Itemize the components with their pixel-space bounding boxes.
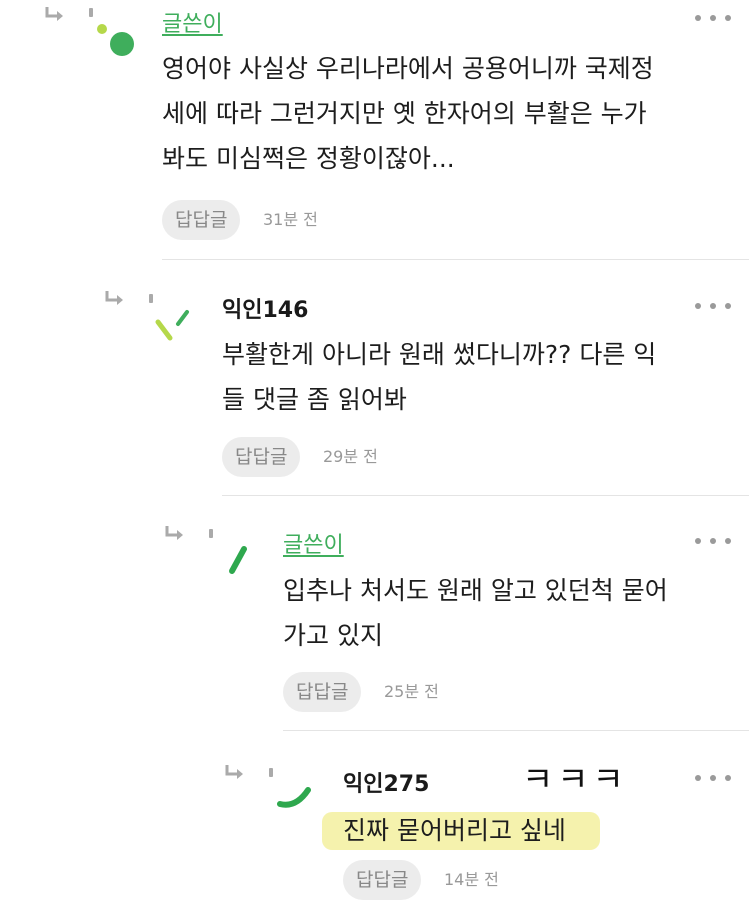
author-name[interactable]: 글쓴이 xyxy=(162,6,223,38)
reply-marker xyxy=(149,294,153,303)
timestamp: 25분 전 xyxy=(384,682,439,701)
comment-text: 영어야 사실상 우리나라에서 공용어니까 국제정 세에 따라 그런거지만 옛 한… xyxy=(162,54,654,173)
reply-marker xyxy=(209,529,213,538)
reply-arrow-icon xyxy=(105,291,123,305)
author-name[interactable]: 글쓴이 xyxy=(283,527,344,559)
comment-1: 글쓴이 영어야 사실상 우리나라에서 공용어니까 국제정 세에 따라 그런거지만… xyxy=(0,0,749,260)
reply-button[interactable]: 답답글 xyxy=(162,200,241,240)
divider xyxy=(283,730,749,731)
timestamp: 14분 전 xyxy=(444,870,499,889)
handwritten-annotation: ㅋㅋㅋ xyxy=(522,760,628,800)
comment-2: 익인146 부활한게 아니라 원래 썼다니까?? 다른 익 들 댓글 좀 읽어봐… xyxy=(0,280,749,496)
comment-3: 글쓴이 입추나 처서도 원래 알고 있던척 묻어 가고 있지 답답글 25분 전 xyxy=(0,515,749,731)
reply-button[interactable]: 답답글 xyxy=(222,437,301,477)
more-options-icon[interactable] xyxy=(695,772,731,784)
author-name[interactable]: 익인146 xyxy=(222,292,308,324)
reply-button[interactable]: 답답글 xyxy=(283,672,362,712)
comment-text: 입추나 처서도 원래 알고 있던척 묻어 가고 있지 xyxy=(283,576,668,650)
reply-arrow-icon xyxy=(165,526,183,540)
more-options-icon[interactable] xyxy=(695,300,731,312)
reply-arrow-icon xyxy=(45,7,63,21)
avatar xyxy=(155,310,189,341)
more-options-icon[interactable] xyxy=(695,12,731,24)
timestamp: 31분 전 xyxy=(263,210,318,229)
reply-arrow-icon xyxy=(225,765,243,779)
more-options-icon[interactable] xyxy=(695,535,731,547)
avatar xyxy=(97,24,134,56)
reply-button[interactable]: 답답글 xyxy=(343,860,422,900)
divider xyxy=(222,495,749,496)
comment-4: 익인275 ㅋㅋㅋ 진짜 묻어버리고 싶네 답답글 14분 전 xyxy=(0,750,749,907)
author-name[interactable]: 익인275 xyxy=(343,766,429,798)
comment-text: 진짜 묻어버리고 싶네 xyxy=(343,816,566,845)
comment-text: 부활한게 아니라 원래 썼다니까?? 다른 익 들 댓글 좀 읽어봐 xyxy=(222,340,657,414)
reply-marker xyxy=(89,8,93,17)
avatar xyxy=(277,787,311,808)
timestamp: 29분 전 xyxy=(323,447,378,466)
divider xyxy=(162,259,749,260)
reply-marker xyxy=(269,768,273,777)
avatar xyxy=(229,546,247,574)
